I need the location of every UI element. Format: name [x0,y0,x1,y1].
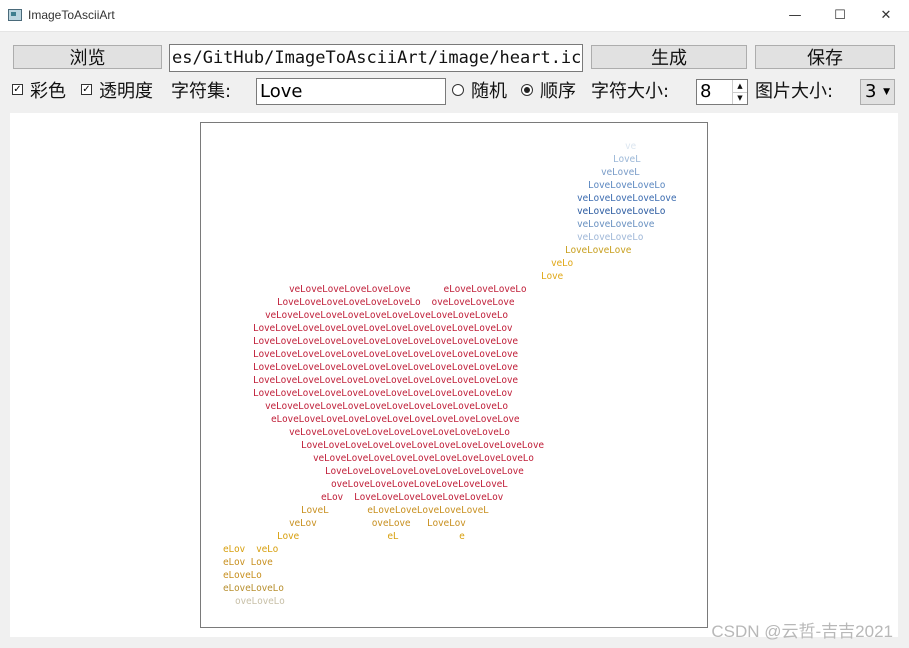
ascii-art-line: eLoveLoveLoveLoveLoveLoveLoveLoveLoveLov… [271,414,520,425]
chevron-down-icon: ▼ [883,87,890,97]
ascii-art-line: veLoveLoveLoveLoveLoveLoveLoveLoveLoveLo [289,427,510,438]
alpha-label: 透明度 [99,81,153,102]
ascii-art-line: veLoveLoveLoveLoveLoveLoveLoveLoveLoveLo [313,453,534,464]
alpha-checkbox[interactable]: ✓ [81,84,92,95]
ascii-art-line: LoveL eLoveLoveLoveLoveLoveL [301,505,489,516]
ascii-art-line: veLoveLoveLoveLo [577,206,666,217]
ascii-art-line: Love eL e [277,531,465,542]
ascii-art-line: LoveLoveLove [565,245,632,256]
ascii-art-line: veLoveLoveLoveLoveLove eLoveLoveLoveLo [289,284,527,295]
ascii-art-line: LoveLoveLoveLoveLoveLoveLoveLoveLove [325,466,524,477]
ascii-art-frame: ve LoveL veLoveL LoveLoveLoveLo veLoveLoveLo… [200,122,708,628]
minimize-button[interactable]: — [772,0,818,31]
save-button[interactable]: 保存 [755,45,895,69]
ascii-art-line: LoveLoveLoveLoveLoveLoveLoveLoveLoveLove… [253,336,518,347]
ascii-art-line: LoveLoveLoveLoveLoveLoveLoveLoveLoveLove… [253,362,518,373]
ascii-art-line: eLov Love [223,557,273,568]
ascii-art-line: eLov veLo [223,544,279,555]
ascii-art-line: Love [541,271,564,282]
sequential-radio[interactable] [521,84,533,96]
sequential-label: 顺序 [540,81,576,102]
ascii-art-line: eLoveLoveLo [223,583,284,594]
random-label: 随机 [471,81,507,102]
ascii-art-line: LoveLoveLoveLoveLoveLoveLoveLoveLoveLove… [253,323,513,334]
image-path-input[interactable]: es/GitHub/ImageToAsciiArt/image/heart.ic… [169,44,583,72]
window-title: ImageToAsciiArt [28,8,115,22]
ascii-art-line: veLoveLoveLo [577,232,644,243]
ascii-art-line: LoveLoveLoveLoveLoveLoveLoveLoveLoveLove… [253,375,518,386]
ascii-art-line: oveLoveLo [235,596,285,607]
color-label: 彩色 [30,81,66,102]
ascii-art-line: LoveLoveLoveLoveLoveLoveLoveLoveLoveLove… [301,440,544,451]
ascii-art-line: veLoveLoveLoveLoveLoveLoveLoveLoveLoveLo… [265,310,508,321]
ascii-art-line: oveLoveLoveLoveLoveLoveLoveLoveL [331,479,508,490]
ascii-art-line: eLoveLo [223,570,262,581]
random-radio[interactable] [452,84,464,96]
char-size-label: 字符大小: [591,81,670,102]
browse-button[interactable]: 浏览 [13,45,162,69]
image-size-label: 图片大小: [755,81,834,102]
ascii-art-line: LoveLoveLoveLoveLoveLoveLo oveLoveLoveLo… [277,297,515,308]
char-size-value: 8 [700,81,712,102]
ascii-art-line: veLoveLoveLoveLoveLoveLoveLoveLoveLoveLo… [265,401,508,412]
ascii-art-line: veLo [551,258,574,269]
ascii-art-line: eLov LoveLoveLoveLoveLoveLoveLov [321,492,504,503]
watermark: CSDN @云哲-吉吉2021 [711,622,893,641]
close-button[interactable]: ✕ [863,0,909,31]
app-icon [8,9,22,21]
char-size-spinbox[interactable]: 8 ▲ ▼ [696,79,748,105]
generate-button[interactable]: 生成 [591,45,747,69]
ascii-art-line: LoveL [613,154,641,165]
ascii-art-line: LoveLoveLoveLoveLoveLoveLoveLoveLoveLove… [253,388,513,399]
ascii-art-line: veLov oveLove LoveLov [289,518,466,529]
maximize-button[interactable]: ☐ [817,0,863,31]
charset-label: 字符集: [171,81,232,102]
ascii-art-line: veLoveL [601,167,640,178]
ascii-art-line: LoveLoveLoveLoveLoveLoveLoveLoveLoveLove… [253,349,518,360]
image-size-value: 3 [865,81,877,102]
color-checkbox[interactable]: ✓ [12,84,23,95]
charset-input[interactable]: Love [256,78,446,105]
image-size-combobox[interactable]: 3 ▼ [860,79,895,105]
spin-down-icon[interactable]: ▼ [733,92,747,104]
ascii-art-line: veLoveLoveLoveLove [577,193,677,204]
ascii-art-line: ve [625,141,637,152]
ascii-art-line: LoveLoveLoveLo [588,180,666,191]
title-bar: ImageToAsciiArt — ☐ ✕ [0,0,909,32]
ascii-art-line: veLoveLoveLove [577,219,655,230]
spin-arrows: ▲ ▼ [732,80,747,104]
